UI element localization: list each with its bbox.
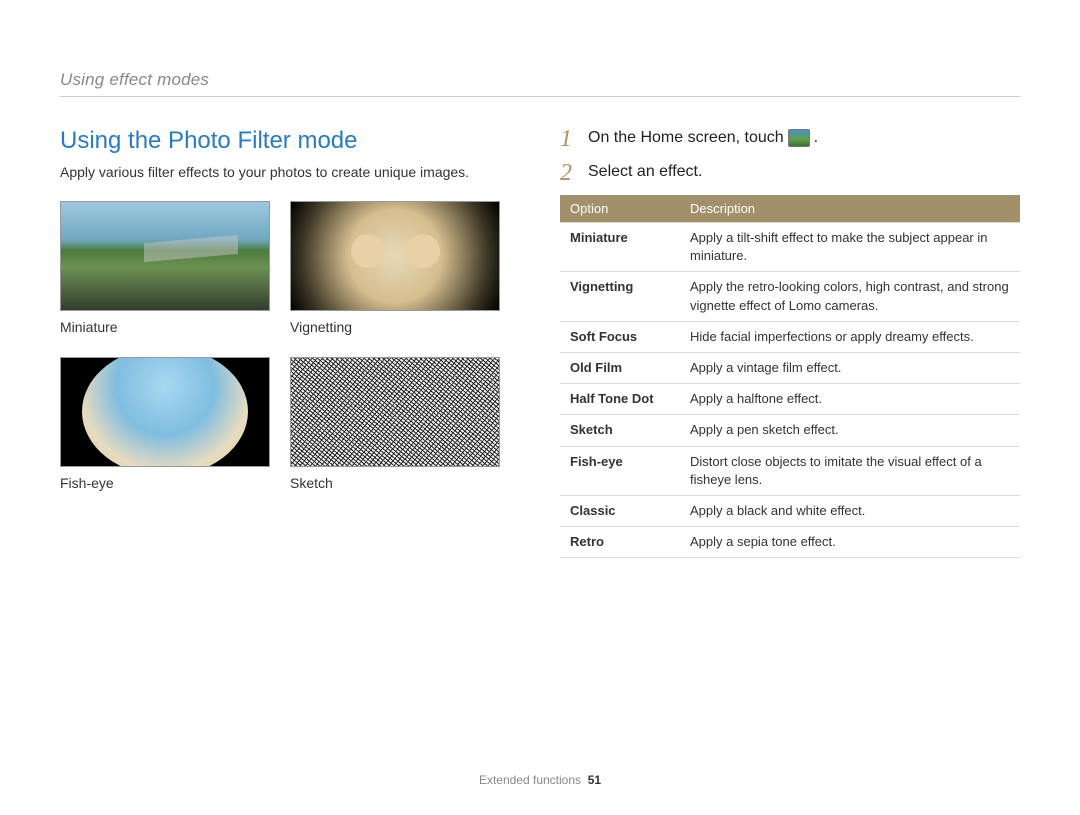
option-desc: Apply a pen sketch effect. — [680, 415, 1020, 446]
page-number: 51 — [588, 773, 601, 787]
table-row: VignettingApply the retro-looking colors… — [560, 272, 1020, 321]
table-row: Fish-eyeDistort close objects to imitate… — [560, 446, 1020, 495]
option-name: Half Tone Dot — [560, 384, 680, 415]
breadcrumb: Using effect modes — [60, 70, 1020, 97]
option-name: Classic — [560, 495, 680, 526]
sample-grid: Miniature Vignetting Fish-eye Sketch — [60, 201, 520, 505]
step-text-before: Select an effect. — [588, 163, 702, 181]
option-desc: Apply the retro-looking colors, high con… — [680, 272, 1020, 321]
table-row: SketchApply a pen sketch effect. — [560, 415, 1020, 446]
option-name: Miniature — [560, 223, 680, 272]
step-number: 1 — [560, 127, 578, 151]
sample-thumb-sketch — [290, 357, 500, 467]
option-desc: Apply a tilt-shift effect to make the su… — [680, 223, 1020, 272]
table-row: Old FilmApply a vintage film effect. — [560, 352, 1020, 383]
table-row: Half Tone DotApply a halftone effect. — [560, 384, 1020, 415]
table-header-option: Option — [560, 195, 680, 223]
step-1: 1 On the Home screen, touch . — [560, 127, 1020, 151]
option-desc: Apply a sepia tone effect. — [680, 527, 1020, 558]
left-column: Using the Photo Filter mode Apply variou… — [60, 127, 520, 558]
table-row: MiniatureApply a tilt-shift effect to ma… — [560, 223, 1020, 272]
option-desc: Apply a black and white effect. — [680, 495, 1020, 526]
sample-thumb-vignetting — [290, 201, 500, 311]
sample-label: Fish-eye — [60, 475, 270, 491]
option-name: Sketch — [560, 415, 680, 446]
option-desc: Distort close objects to imitate the vis… — [680, 446, 1020, 495]
page-footer: Extended functions 51 — [0, 773, 1080, 787]
step-number: 2 — [560, 161, 578, 185]
step-text-after: . — [814, 129, 818, 147]
step-2: 2 Select an effect. — [560, 161, 1020, 185]
table-row: Soft FocusHide facial imperfections or a… — [560, 321, 1020, 352]
right-column: 1 On the Home screen, touch . 2 Select a… — [560, 127, 1020, 558]
option-name: Fish-eye — [560, 446, 680, 495]
sample-thumb-miniature — [60, 201, 270, 311]
step-text: On the Home screen, touch . — [588, 127, 818, 147]
sample-label: Sketch — [290, 475, 500, 491]
step-text: Select an effect. — [588, 161, 702, 181]
footer-section: Extended functions — [479, 773, 581, 787]
sample-thumb-fisheye — [60, 357, 270, 467]
table-row: ClassicApply a black and white effect. — [560, 495, 1020, 526]
sample-label: Miniature — [60, 319, 270, 335]
photo-filter-icon — [788, 129, 810, 147]
steps-list: 1 On the Home screen, touch . 2 Select a… — [560, 127, 1020, 185]
option-name: Retro — [560, 527, 680, 558]
option-name: Vignetting — [560, 272, 680, 321]
option-name: Soft Focus — [560, 321, 680, 352]
table-row: RetroApply a sepia tone effect. — [560, 527, 1020, 558]
option-desc: Apply a halftone effect. — [680, 384, 1020, 415]
section-title: Using the Photo Filter mode — [60, 127, 520, 155]
option-desc: Hide facial imperfections or apply dream… — [680, 321, 1020, 352]
option-name: Old Film — [560, 352, 680, 383]
option-desc: Apply a vintage film effect. — [680, 352, 1020, 383]
intro-text: Apply various filter effects to your pho… — [60, 163, 520, 183]
sample-label: Vignetting — [290, 319, 500, 335]
step-text-before: On the Home screen, touch — [588, 129, 784, 147]
table-header-description: Description — [680, 195, 1020, 223]
options-table: Option Description MiniatureApply a tilt… — [560, 195, 1020, 558]
